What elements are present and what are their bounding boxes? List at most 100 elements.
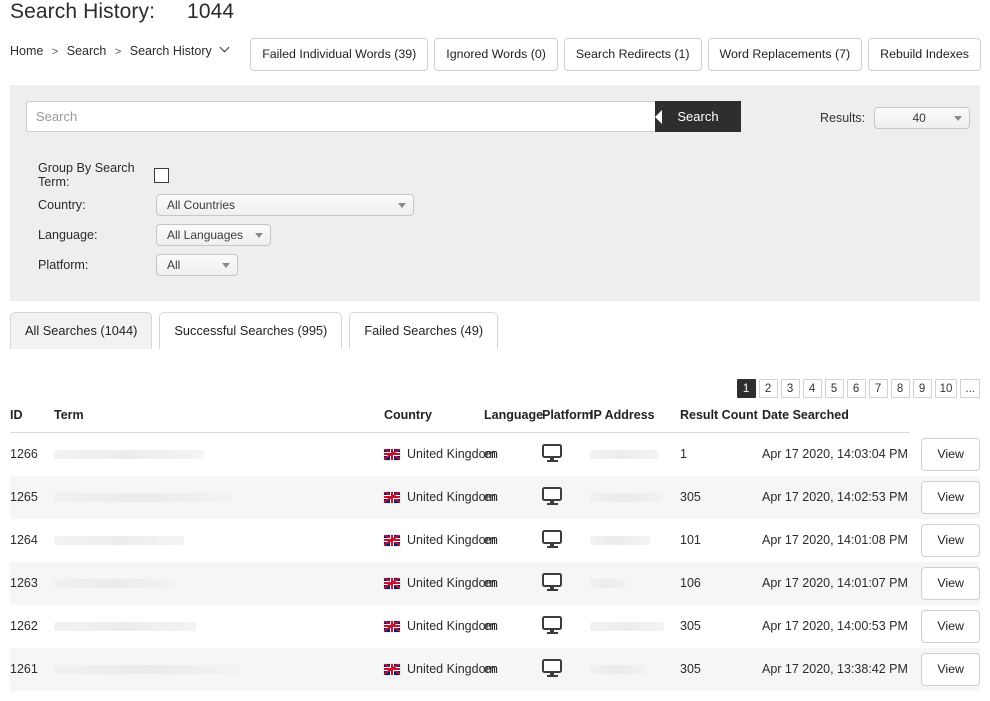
page-button-4[interactable]: 4 xyxy=(802,379,822,398)
cell-ip-address xyxy=(590,647,680,691)
column-header-actions xyxy=(910,408,980,433)
word-replacements-button[interactable]: Word Replacements (7) xyxy=(707,38,863,72)
column-header-term[interactable]: Term xyxy=(54,408,384,433)
chevron-down-icon[interactable] xyxy=(221,44,230,53)
cell-ip-address xyxy=(590,561,680,605)
page-button-3[interactable]: 3 xyxy=(780,379,800,398)
page-button-5[interactable]: 5 xyxy=(824,379,844,398)
table-row[interactable]: 1265 United Kingdom en 305 Apr 17 2020, … xyxy=(10,475,980,519)
cell-country: United Kingdom xyxy=(384,475,496,519)
country-select-value: All Countries xyxy=(167,198,236,212)
column-header-platform[interactable]: Platform xyxy=(542,408,593,433)
redacted-ip xyxy=(590,579,626,589)
cell-platform xyxy=(542,605,590,648)
desktop-monitor-icon xyxy=(542,444,562,462)
pagination: 1 2 3 4 5 6 7 8 9 10 ... xyxy=(736,379,980,398)
country-select[interactable]: All Countries xyxy=(156,194,414,216)
table-body: 1266 United Kingdom en 1 Apr 17 2020, 14… xyxy=(10,433,980,691)
search-input[interactable] xyxy=(26,101,656,132)
cell-platform xyxy=(542,519,590,562)
page-button-1[interactable]: 1 xyxy=(736,379,756,398)
redacted-ip xyxy=(590,450,658,460)
page-title: Search History: 1044 xyxy=(10,0,234,24)
country-name: United Kingdom xyxy=(407,447,496,462)
cell-ip-address xyxy=(590,475,680,519)
page-button-more[interactable]: ... xyxy=(960,379,980,398)
cell-ip-address xyxy=(590,519,680,562)
desktop-monitor-icon xyxy=(542,616,562,634)
view-button[interactable]: View xyxy=(921,480,980,514)
cell-platform xyxy=(542,475,590,519)
cell-result-count: 305 xyxy=(680,619,701,633)
results-select[interactable]: 40 xyxy=(874,107,971,129)
column-header-country[interactable]: Country xyxy=(384,408,484,433)
uk-flag-icon xyxy=(384,491,400,503)
view-button[interactable]: View xyxy=(921,652,980,686)
country-name: United Kingdom xyxy=(407,576,496,590)
cell-term xyxy=(54,561,384,605)
cell-actions: View xyxy=(910,647,980,691)
country-name: United Kingdom xyxy=(407,662,496,676)
desktop-monitor-icon xyxy=(542,573,562,591)
uk-flag-icon xyxy=(384,534,400,546)
group-by-checkbox[interactable] xyxy=(154,167,169,183)
country-name: United Kingdom xyxy=(407,619,496,633)
redacted-term xyxy=(54,579,174,589)
search-button[interactable]: Search xyxy=(655,101,741,132)
view-button[interactable]: View xyxy=(921,566,980,600)
uk-flag-icon xyxy=(384,620,400,632)
breadcrumb-item-search[interactable]: Search xyxy=(67,44,107,58)
table-row[interactable]: 1264 United Kingdom en 101 Apr 17 2020, … xyxy=(10,519,980,562)
cell-country: United Kingdom xyxy=(384,519,496,562)
column-header-result-count[interactable]: Result Count xyxy=(680,408,762,433)
group-by-label: Group By Search Term: xyxy=(38,161,135,189)
table-row[interactable]: 1262 United Kingdom en 305 Apr 17 2020, … xyxy=(10,605,980,648)
filter-row-country: Country: All Countries xyxy=(38,190,414,220)
page-button-8[interactable]: 8 xyxy=(890,379,910,398)
desktop-monitor-icon xyxy=(542,487,562,505)
ignored-words-button[interactable]: Ignored Words (0) xyxy=(434,38,558,72)
column-header-id[interactable]: ID xyxy=(10,408,54,433)
column-header-language[interactable]: Language xyxy=(484,408,543,433)
desktop-monitor-icon xyxy=(542,659,562,677)
column-header-ip-address[interactable]: IP Address xyxy=(590,408,680,433)
cell-date-searched: Apr 17 2020, 14:03:04 PM xyxy=(762,447,908,462)
results-label: Results: xyxy=(820,111,866,125)
table-row[interactable]: 1261 United Kingdom en 305 Apr 17 2020, … xyxy=(10,647,980,691)
page-button-6[interactable]: 6 xyxy=(846,379,866,398)
breadcrumb-item-home[interactable]: Home xyxy=(10,44,43,58)
table-row[interactable]: 1263 United Kingdom en 106 Apr 17 2020, … xyxy=(10,561,980,605)
cell-language: en xyxy=(484,647,542,691)
cell-term xyxy=(54,519,384,562)
redacted-term xyxy=(54,450,204,460)
search-redirects-button[interactable]: Search Redirects (1) xyxy=(563,38,702,72)
redacted-term xyxy=(54,493,232,503)
chevron-down-icon xyxy=(954,116,963,121)
view-button[interactable]: View xyxy=(921,609,980,643)
cell-country: United Kingdom xyxy=(384,647,496,691)
failed-individual-words-button[interactable]: Failed Individual Words (39) xyxy=(250,38,429,72)
page-button-2[interactable]: 2 xyxy=(758,379,778,398)
cell-term xyxy=(54,433,384,476)
cell-id: 1263 xyxy=(10,561,54,605)
tab-all-searches[interactable]: All Searches (1044) xyxy=(10,312,153,349)
rebuild-indexes-button[interactable]: Rebuild Indexes xyxy=(868,38,981,72)
column-header-date-searched[interactable]: Date Searched xyxy=(762,408,910,433)
redacted-term xyxy=(54,665,240,675)
page-button-7[interactable]: 7 xyxy=(868,379,888,398)
platform-select[interactable]: All xyxy=(156,254,238,276)
desktop-monitor-icon xyxy=(542,530,562,548)
language-select[interactable]: All Languages xyxy=(156,224,271,246)
view-button[interactable]: View xyxy=(921,437,980,471)
page-button-9[interactable]: 9 xyxy=(912,379,932,398)
redacted-term xyxy=(54,536,184,546)
page-button-10[interactable]: 10 xyxy=(934,379,958,398)
tab-failed-searches[interactable]: Failed Searches (49) xyxy=(349,312,499,349)
cell-ip-address xyxy=(590,433,680,476)
uk-flag-icon xyxy=(384,577,400,589)
view-button[interactable]: View xyxy=(921,523,980,557)
language-label: Language: xyxy=(38,228,98,242)
table-row[interactable]: 1266 United Kingdom en 1 Apr 17 2020, 14… xyxy=(10,433,980,476)
breadcrumb-item-search-history[interactable]: Search History xyxy=(130,44,212,58)
tab-successful-searches[interactable]: Successful Searches (995) xyxy=(159,312,343,349)
